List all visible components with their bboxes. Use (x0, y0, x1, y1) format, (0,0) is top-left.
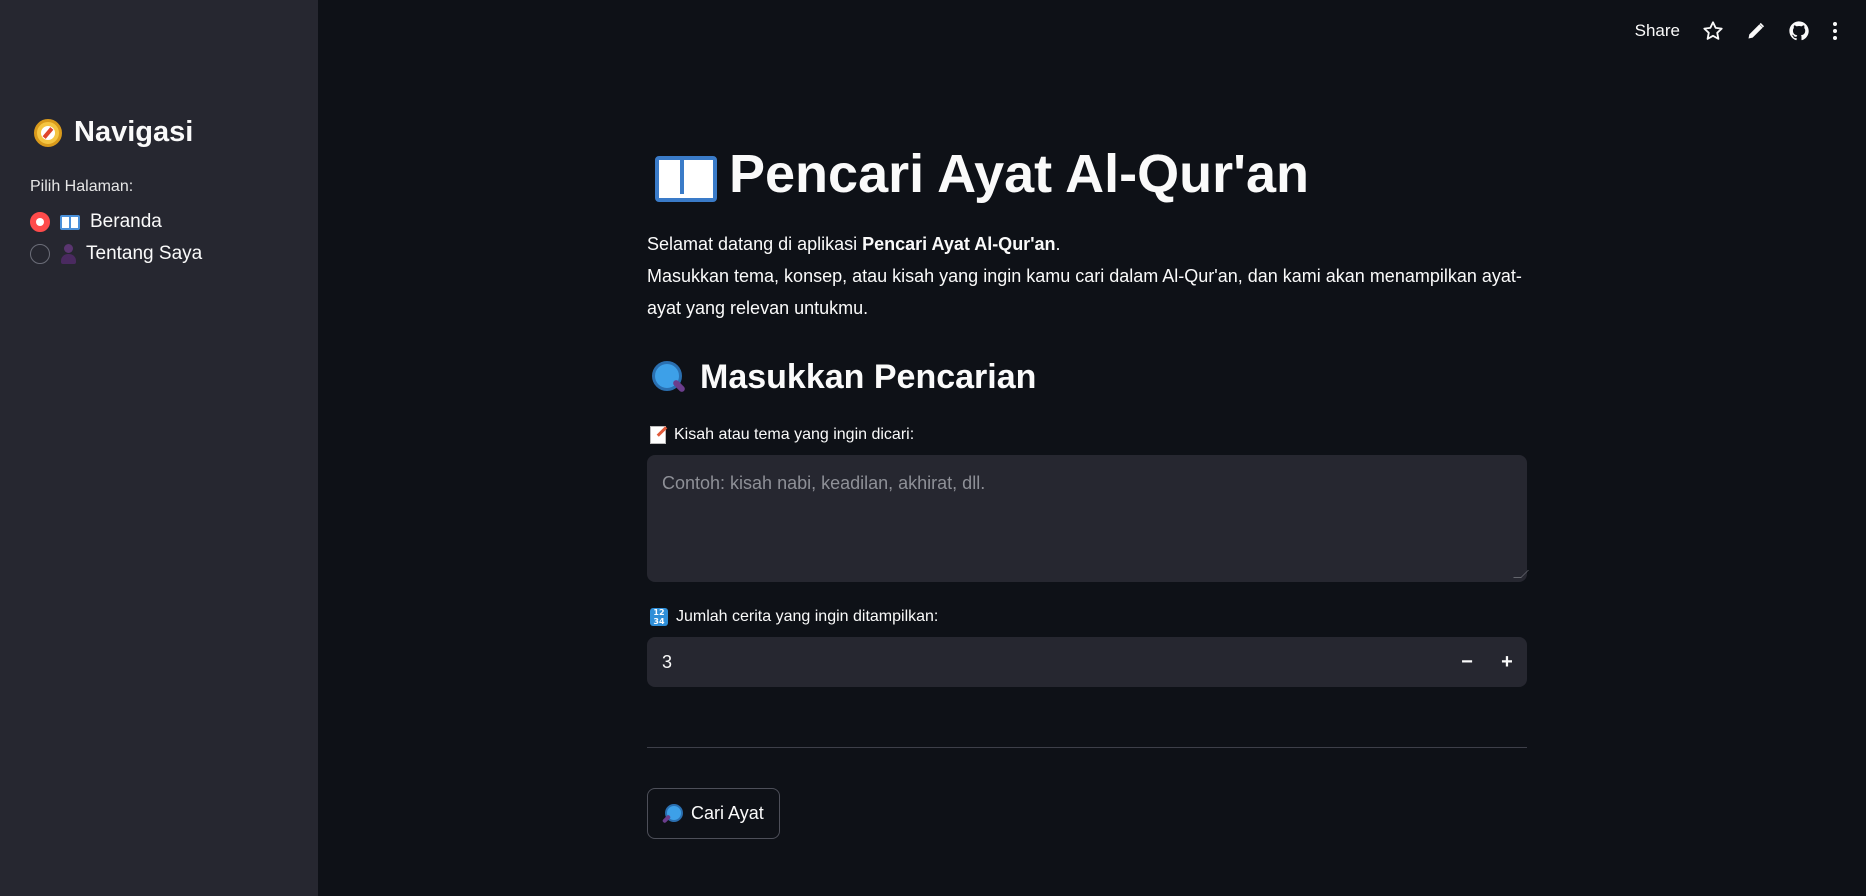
more-vertical-icon[interactable] (1832, 21, 1838, 41)
query-label-text: Kisah atau tema yang ingin dicari: (674, 426, 915, 443)
search-button-label: Cari Ayat (691, 803, 764, 823)
radio-option-label: Tentang Saya (86, 243, 203, 264)
intro-description: Masukkan tema, konsep, atau kisah yang i… (647, 266, 1522, 318)
sidebar: Navigasi Pilih Halaman: Beranda Tentang … (0, 0, 318, 896)
star-icon[interactable] (1702, 20, 1724, 42)
intro-text: Selamat datang di aplikasi Pencari Ayat … (647, 228, 1527, 324)
page-title-text: Pencari Ayat Al-Qur'an (729, 144, 1309, 204)
query-textarea[interactable] (647, 455, 1527, 582)
radio-option-label: Beranda (90, 211, 162, 232)
radio-option-beranda[interactable]: Beranda (30, 211, 162, 233)
compass-icon (34, 118, 62, 147)
count-number-input[interactable]: 3 − + (647, 637, 1527, 687)
book-icon (60, 214, 80, 230)
radio-group-label: Pilih Halaman: (30, 178, 134, 195)
github-icon[interactable] (1788, 20, 1810, 42)
query-label: Kisah atau tema yang ingin dicari: (650, 426, 914, 444)
count-label-text: Jumlah cerita yang ingin ditampilkan: (676, 608, 939, 625)
increment-button[interactable]: + (1487, 637, 1527, 687)
person-icon (60, 244, 76, 264)
top-toolbar: Share (1635, 20, 1838, 42)
intro-prefix: Selamat datang di aplikasi (647, 234, 863, 254)
open-book-icon (655, 152, 717, 202)
section-title: Masukkan Pencarian (652, 358, 1036, 397)
memo-icon (650, 426, 666, 444)
pencil-icon[interactable] (1746, 21, 1766, 41)
magnifier-icon (663, 804, 683, 824)
decrement-button[interactable]: − (1447, 637, 1487, 687)
page-title: Pencari Ayat Al-Qur'an (655, 143, 1309, 205)
divider (647, 747, 1527, 748)
magnifier-icon (652, 360, 686, 395)
radio-button[interactable] (30, 244, 50, 264)
search-button[interactable]: Cari Ayat (647, 788, 780, 839)
section-title-text: Masukkan Pencarian (700, 358, 1037, 396)
count-label: 12 34 Jumlah cerita yang ingin ditampilka… (650, 608, 938, 626)
numbers-icon: 12 34 (650, 608, 668, 626)
count-value[interactable]: 3 (647, 652, 1447, 673)
intro-suffix: . (1055, 234, 1061, 254)
radio-option-tentang-saya[interactable]: Tentang Saya (30, 243, 202, 265)
radio-button-selected[interactable] (30, 212, 50, 232)
sidebar-title-text: Navigasi (74, 116, 194, 148)
share-button[interactable]: Share (1635, 21, 1680, 41)
intro-app-name: Pencari Ayat Al-Qur'an (862, 234, 1056, 254)
sidebar-title: Navigasi (34, 116, 193, 149)
